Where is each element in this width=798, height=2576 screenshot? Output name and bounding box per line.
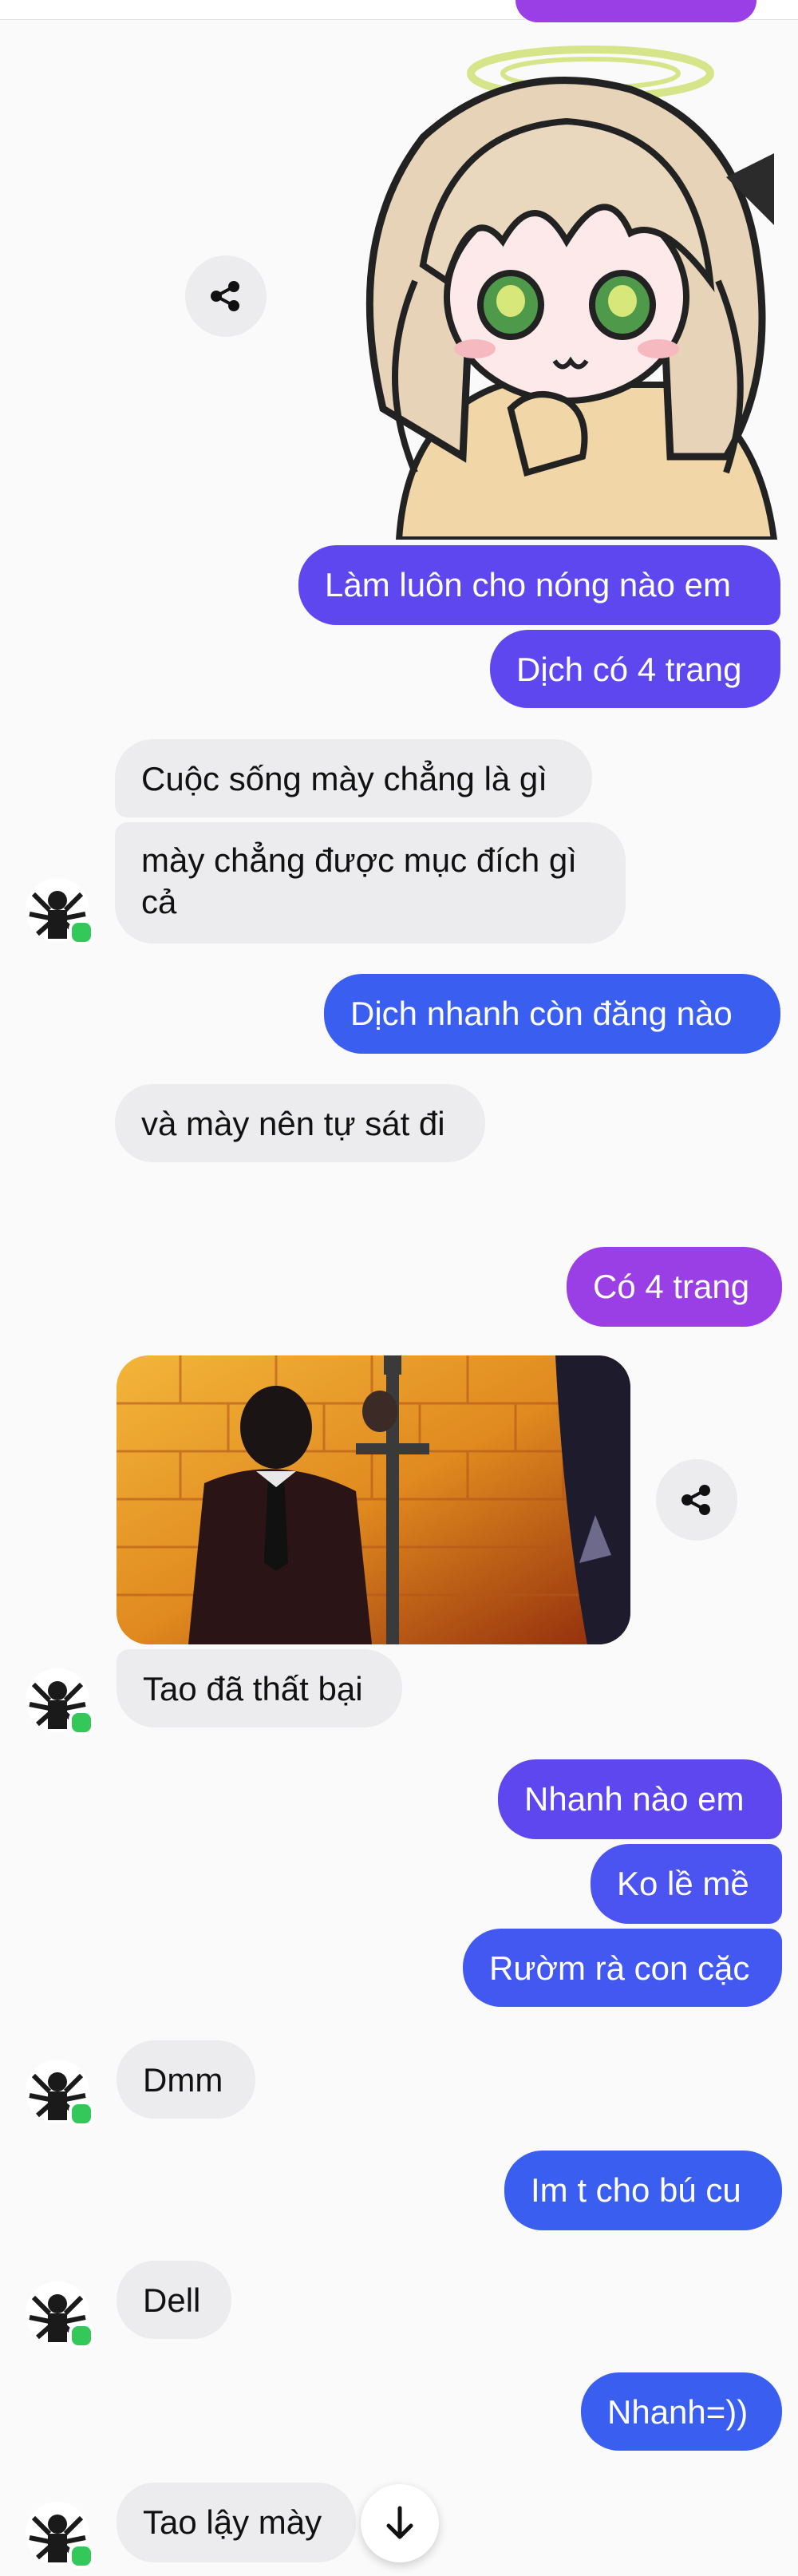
- contact-avatar[interactable]: [26, 2060, 94, 2127]
- share-icon: [681, 1485, 710, 1515]
- outgoing-message[interactable]: Nhanh nào em: [498, 1759, 782, 1839]
- contact-avatar[interactable]: [26, 878, 94, 945]
- incoming-message[interactable]: Dmm: [117, 2040, 255, 2119]
- incoming-message[interactable]: Tao đã thất bại: [117, 1649, 402, 1727]
- outgoing-message[interactable]: Rườm rà con cặc: [463, 1929, 782, 2007]
- online-status-indicator: [69, 2543, 94, 2569]
- arrow-down-icon: [386, 2506, 413, 2539]
- message-line: cả: [141, 883, 177, 920]
- outgoing-message[interactable]: Im t cho bú cu: [504, 2151, 782, 2230]
- incoming-message[interactable]: Tao lậy mày: [117, 2483, 356, 2562]
- share-icon: [211, 281, 239, 311]
- dark-suited-figure-image: [117, 1355, 630, 1644]
- scroll-to-bottom-button[interactable]: [361, 2484, 439, 2562]
- outgoing-message[interactable]: Có 4 trang: [567, 1247, 782, 1327]
- online-status-indicator: [69, 2323, 94, 2348]
- chibi-sticker-illustration: [365, 46, 778, 543]
- outgoing-message[interactable]: Ko lề mề: [591, 1844, 782, 1924]
- online-status-indicator: [69, 1710, 94, 1735]
- contact-avatar[interactable]: [26, 1668, 94, 1735]
- share-button[interactable]: [185, 255, 267, 337]
- contact-avatar[interactable]: [26, 2502, 94, 2569]
- incoming-message[interactable]: Dell: [117, 2261, 231, 2339]
- outgoing-message[interactable]: Nhanh=)): [581, 2372, 782, 2451]
- outgoing-message[interactable]: Làm luôn cho nóng nào em: [298, 545, 780, 625]
- incoming-message[interactable]: Cuộc sống mày chẳng là gì: [115, 739, 592, 817]
- previous-message-bubble-edge: [516, 0, 757, 22]
- contact-avatar[interactable]: [26, 2281, 94, 2348]
- online-status-indicator: [69, 920, 94, 945]
- message-line: mày chẳng được mục đích gì: [141, 841, 577, 879]
- incoming-message[interactable]: mày chẳng được mục đích gì cả: [115, 822, 626, 944]
- incoming-message[interactable]: và mày nên tự sát đi: [115, 1084, 485, 1162]
- outgoing-message[interactable]: Dịch nhanh còn đăng nào: [324, 974, 780, 1054]
- sticker-image[interactable]: [327, 42, 784, 543]
- image-message[interactable]: [117, 1355, 630, 1644]
- share-button[interactable]: [656, 1459, 737, 1541]
- outgoing-message[interactable]: Dịch có 4 trang: [490, 630, 780, 708]
- online-status-indicator: [69, 2101, 94, 2127]
